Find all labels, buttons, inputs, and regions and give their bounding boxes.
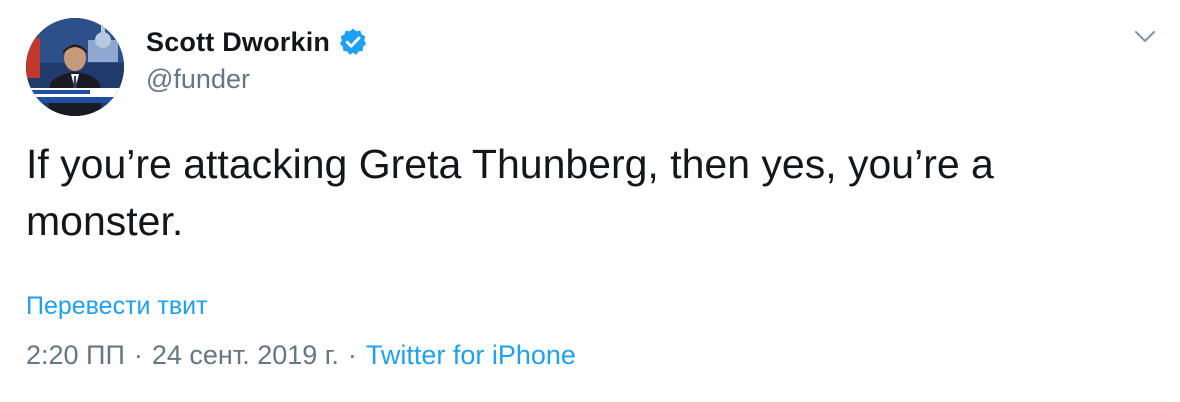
tweet-text: If you’re attacking Greta Thunberg, then… [26, 141, 994, 244]
author-name-row[interactable]: Scott Dworkin [146, 22, 368, 62]
tweet-time[interactable]: 2:20 ПП [26, 340, 125, 371]
author-handle[interactable]: @funder [146, 64, 250, 95]
author-display-name[interactable]: Scott Dworkin [146, 27, 330, 58]
meta-separator: · [133, 340, 143, 370]
verified-badge-icon [338, 27, 368, 57]
tweet-card: Scott Dworkin @funder If you’re attackin… [0, 0, 1180, 402]
meta-separator: · [347, 340, 357, 370]
tweet-meta: 2:20 ПП · 24 сент. 2019 г. · Twitter for… [26, 340, 576, 371]
avatar[interactable] [26, 18, 124, 116]
avatar-image [26, 18, 124, 116]
tweet-date[interactable]: 24 сент. 2019 г. [152, 340, 339, 371]
translate-tweet-link[interactable]: Перевести твит [26, 292, 208, 321]
tweet-source-link[interactable]: Twitter for iPhone [366, 340, 576, 371]
chevron-down-icon[interactable] [1130, 22, 1160, 52]
